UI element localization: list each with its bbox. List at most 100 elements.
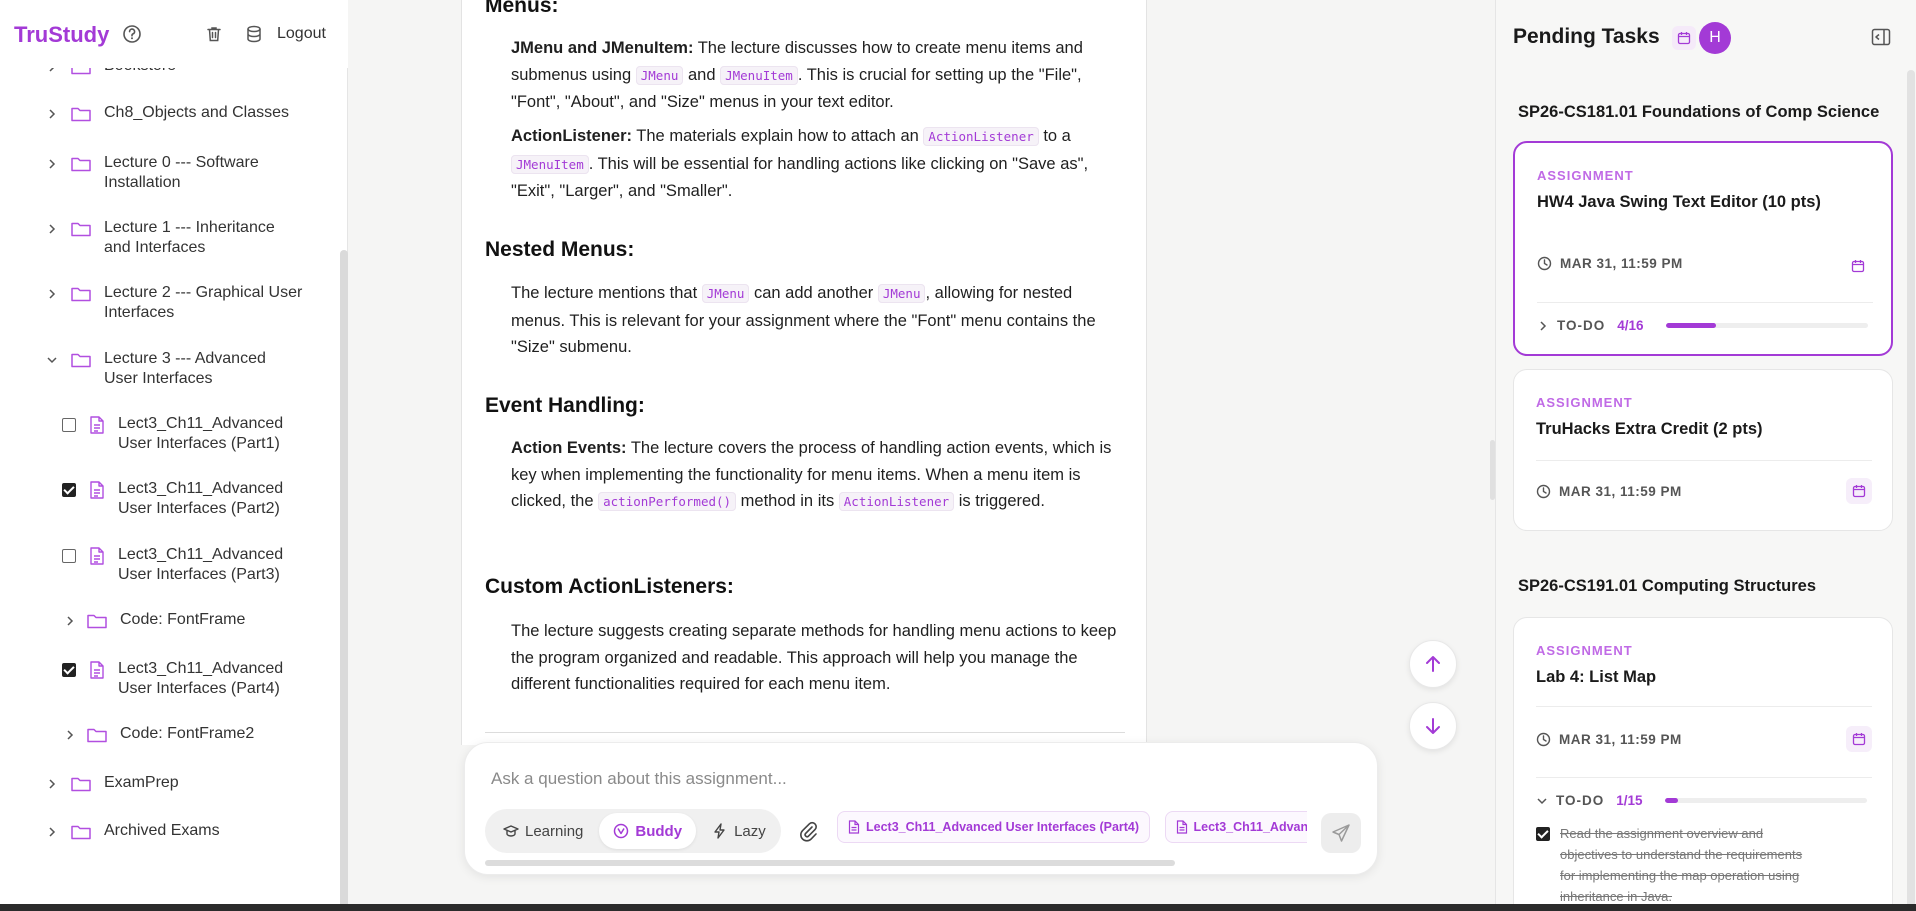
database-icon[interactable] — [244, 24, 264, 44]
paragraph-action-events: Action Events: The lecture covers the pr… — [511, 435, 1121, 516]
chevron-right-icon[interactable] — [44, 286, 60, 302]
tree-label: Ch8_Objects and Classes — [104, 104, 289, 121]
inline-code: JMenu — [635, 65, 684, 85]
tasks-scrollbar[interactable] — [1907, 70, 1915, 911]
add-to-calendar-button[interactable] — [1846, 726, 1872, 752]
text: The materials explain how to attach an — [632, 127, 924, 145]
tree-label: Code: FontFrame — [120, 611, 246, 628]
mode-selector: Learning Buddy Lazy — [485, 809, 781, 853]
chat-input[interactable] — [491, 769, 1331, 789]
tree-folder-archived-exams[interactable]: Archived Exams — [44, 821, 220, 842]
chevron-right-icon[interactable] — [62, 613, 78, 629]
send-icon — [1332, 824, 1350, 842]
mode-lazy-button[interactable]: Lazy — [698, 813, 780, 849]
text: to a — [1038, 127, 1071, 145]
task-type-label: ASSIGNMENT — [1536, 643, 1633, 658]
todo-toggle[interactable]: TO-DO 1/15 — [1536, 793, 1867, 808]
clock-icon — [1536, 484, 1551, 499]
sidebar-header: TruStudy Logout — [0, 0, 348, 68]
file-checkbox[interactable] — [62, 663, 76, 677]
mode-learning-button[interactable]: Learning — [489, 813, 597, 849]
file-text-icon — [90, 547, 104, 565]
folder-icon — [71, 222, 91, 237]
app-logo[interactable]: TruStudy — [14, 22, 109, 48]
logout-button[interactable]: Logout — [277, 25, 326, 43]
chevron-right-icon[interactable] — [44, 776, 60, 792]
window-bottom-edge — [0, 904, 1916, 911]
task-type-label: ASSIGNMENT — [1537, 168, 1634, 183]
tree-folder-lecture-2[interactable]: Lecture 2 --- Graphical User Interfaces — [44, 283, 304, 323]
subtask-checkbox[interactable] — [1536, 827, 1550, 841]
chips-scrollbar[interactable] — [485, 860, 1175, 866]
task-due: MAR 31, 11:59 PM — [1536, 484, 1682, 499]
inline-code: ActionListener — [838, 492, 955, 511]
assistant-response: Menus: JMenu and JMenuItem: The lecture … — [461, 0, 1147, 745]
tree-folder-ch8[interactable]: Ch8_Objects and Classes — [44, 103, 314, 124]
add-to-calendar-button[interactable] — [1846, 478, 1872, 504]
course-heading: SP26-CS191.01 Computing Structures — [1518, 577, 1816, 595]
text: is triggered. — [954, 492, 1045, 510]
subtask-text: Read the assignment overview and objecti… — [1560, 826, 1803, 904]
todo-toggle[interactable]: TO-DO 4/16 — [1537, 318, 1868, 333]
trash-icon[interactable] — [204, 24, 224, 44]
tree-folder-bookstore[interactable]: Bookstore — [44, 68, 176, 77]
paragraph-actionlistener: ActionListener: The materials explain ho… — [511, 123, 1121, 205]
user-avatar[interactable]: H — [1699, 22, 1731, 54]
chevron-right-icon[interactable] — [44, 106, 60, 122]
todo-count: 1/15 — [1616, 793, 1643, 808]
calendar-icon — [1852, 485, 1866, 498]
tree-file-part1[interactable]: Lect3_Ch11_Advanced User Interfaces (Par… — [62, 414, 318, 454]
todo-count: 4/16 — [1617, 318, 1644, 333]
task-card[interactable]: ASSIGNMENT Lab 4: List Map MAR 31, 11:59… — [1513, 617, 1893, 911]
tree-folder-code-fontframe2[interactable]: Code: FontFrame2 — [62, 724, 254, 745]
help-icon[interactable] — [122, 24, 142, 44]
file-checkbox[interactable] — [62, 483, 76, 497]
mode-label: Lazy — [734, 822, 766, 840]
paperclip-icon[interactable] — [797, 820, 819, 842]
inline-code: JMenuItem — [720, 65, 798, 85]
tree-folder-examprep[interactable]: ExamPrep — [44, 773, 179, 794]
calendar-button[interactable] — [1672, 26, 1696, 50]
tree-label: Lect3_Ch11_Advanced User Interfaces (Par… — [118, 660, 284, 697]
text: can add another — [749, 284, 878, 302]
chevron-right-icon[interactable] — [44, 824, 60, 840]
tree-file-part4[interactable]: Lect3_Ch11_Advanced User Interfaces (Par… — [62, 659, 318, 699]
chevron-right-icon[interactable] — [44, 156, 60, 172]
due-text: MAR 31, 11:59 PM — [1559, 732, 1682, 747]
send-button[interactable] — [1321, 813, 1361, 853]
mode-buddy-button[interactable]: Buddy — [599, 813, 697, 849]
calendar-icon — [1852, 733, 1866, 746]
chevron-right-icon[interactable] — [44, 221, 60, 237]
arrow-down-icon — [1426, 718, 1440, 734]
inline-code: ActionListener — [923, 127, 1039, 146]
tree-folder-lecture-3[interactable]: Lecture 3 --- Advanced User Interfaces — [44, 349, 304, 389]
tree-file-part2[interactable]: Lect3_Ch11_Advanced User Interfaces (Par… — [62, 479, 318, 519]
tree-file-part3[interactable]: Lect3_Ch11_Advanced User Interfaces (Par… — [62, 545, 318, 585]
attached-file-chip[interactable]: Lect3_Ch11_Advanced User Interfaces (Par… — [1164, 811, 1307, 843]
sidebar-scrollbar[interactable] — [340, 250, 348, 911]
file-checkbox[interactable] — [62, 418, 76, 432]
task-card[interactable]: ASSIGNMENT HW4 Java Swing Text Editor (1… — [1513, 141, 1893, 356]
tree-label: Lecture 3 --- Advanced User Interfaces — [104, 350, 266, 387]
collapse-panel-icon[interactable] — [1870, 26, 1892, 48]
due-text: MAR 31, 11:59 PM — [1560, 256, 1683, 271]
chevron-down-icon[interactable] — [44, 352, 60, 368]
tree-folder-lecture-1[interactable]: Lecture 1 --- Inheritance and Interfaces — [44, 218, 304, 258]
tree-label: Code: FontFrame2 — [120, 725, 255, 742]
attached-file-chip[interactable]: Lect3_Ch11_Advanced User Interfaces (Par… — [837, 811, 1151, 843]
task-card[interactable]: ASSIGNMENT TruHacks Extra Credit (2 pts)… — [1513, 369, 1893, 531]
chevron-right-icon[interactable] — [62, 727, 78, 743]
chevron-right-icon[interactable] — [44, 68, 60, 75]
tree-folder-code-fontframe[interactable]: Code: FontFrame — [62, 610, 245, 631]
folder-icon — [71, 287, 91, 302]
scroll-down-button[interactable] — [1409, 702, 1457, 750]
file-checkbox[interactable] — [62, 549, 76, 563]
folder-icon — [71, 107, 91, 122]
task-type-label: ASSIGNMENT — [1536, 395, 1633, 410]
tree-folder-lecture-0[interactable]: Lecture 0 --- Software Installation — [44, 153, 304, 193]
scroll-up-button[interactable] — [1409, 640, 1457, 688]
add-to-calendar-button[interactable] — [1845, 253, 1871, 279]
tree-label: Lecture 2 --- Graphical User Interfaces — [104, 284, 303, 321]
tree-label: ExamPrep — [104, 774, 179, 791]
task-due: MAR 31, 11:59 PM — [1537, 256, 1683, 271]
